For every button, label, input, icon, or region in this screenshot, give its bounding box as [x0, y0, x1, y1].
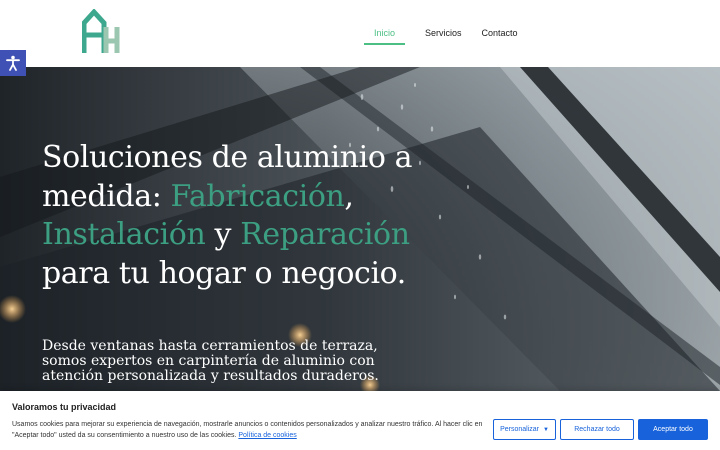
- hero-section: Soluciones de aluminio a medida: Fabrica…: [0, 67, 720, 391]
- hero-title-part3: y: [205, 217, 241, 252]
- hero-title: Soluciones de aluminio a medida: Fabrica…: [42, 139, 422, 293]
- nav-inicio[interactable]: Inicio: [364, 0, 406, 45]
- hero-title-part4: para tu hogar o negocio.: [42, 255, 406, 291]
- site-logo[interactable]: [82, 9, 120, 55]
- nav-contacto[interactable]: Contacto: [482, 0, 518, 45]
- accessibility-button[interactable]: [0, 50, 26, 76]
- cookie-title: Valoramos tu privacidad: [12, 402, 117, 412]
- hero-title-part2: ,: [344, 178, 354, 214]
- site-header: Inicio Servicios Contacto: [0, 0, 720, 67]
- cookie-policy-link[interactable]: Política de cookies: [238, 432, 296, 439]
- reject-all-button[interactable]: Rechazar todo: [560, 419, 634, 440]
- accessibility-icon: [6, 55, 20, 71]
- hero-title-highlight-instalacion: Instalación: [42, 217, 206, 252]
- customize-button[interactable]: Personalizar ▼: [493, 419, 556, 440]
- hero-title-highlight-fabricacion: Fabricación: [170, 178, 345, 214]
- accept-all-button[interactable]: Aceptar todo: [638, 419, 708, 440]
- hero-title-highlight-reparacion: Reparación: [240, 217, 410, 252]
- hero-subtitle: Desde ventanas hasta cerramientos de ter…: [42, 338, 379, 384]
- cookie-text: Usamos cookies para mejorar su experienc…: [12, 419, 488, 441]
- chevron-down-icon: ▼: [542, 426, 549, 433]
- nav-servicios[interactable]: Servicios: [425, 0, 462, 45]
- main-nav: Inicio Servicios Contacto: [364, 0, 538, 67]
- cookie-banner: Valoramos tu privacidad Usamos cookies p…: [0, 391, 720, 450]
- customize-label: Personalizar: [500, 426, 539, 433]
